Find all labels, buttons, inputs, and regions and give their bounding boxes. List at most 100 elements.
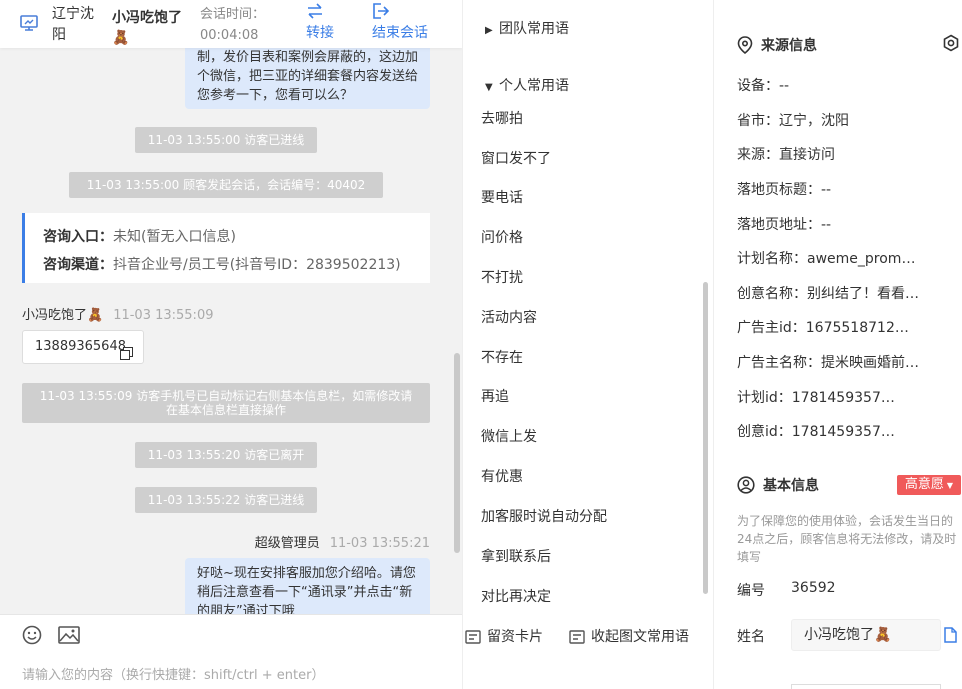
location-pin-icon — [737, 36, 753, 55]
system-message-text: 11-03 13:55:09 访客手机号已自动标记右侧基本信息栏，如需修改请在基… — [39, 389, 413, 417]
copy-icon[interactable] — [120, 341, 133, 373]
caret-right-icon: ▶ — [485, 25, 493, 36]
agent-message-text: 好哒~现在安排客服加您介绍哈。请您稍后注意查看一下“通讯录”并点击“新的朋友”通… — [197, 566, 416, 614]
system-message-text: 11-03 13:55:22 访客已进线 — [147, 493, 305, 507]
info-creative-id: 创意id：1781459357366 — [737, 424, 899, 440]
image-icon[interactable] — [58, 625, 80, 649]
info-landing-url: 落地页地址：-- — [737, 217, 832, 233]
system-message: 11-03 13:55:00 访客已进线 — [135, 127, 317, 153]
phrase-toolbar: 留资卡片 收起图文常用语 — [463, 614, 713, 662]
message-input[interactable] — [22, 663, 442, 687]
name-field-value: 小冯吃饱了🧸 — [804, 627, 892, 643]
caret-down-icon: ▼ — [485, 82, 493, 93]
visitor-sender-name: 小冯吃饱了🧸 — [22, 308, 104, 323]
system-message: 11-03 13:55:09 访客手机号已自动标记右侧基本信息栏，如需修改请在基… — [22, 383, 430, 423]
transfer-button[interactable]: 转接 — [306, 3, 334, 44]
agent-message-bubble: 好哒~现在安排客服加您介绍哈。请您稍后注意查看一下“通讯录”并点击“新的朋友”通… — [185, 558, 430, 614]
name-field[interactable]: 小冯吃饱了🧸 — [791, 619, 941, 651]
phrases-scrollbar[interactable] — [703, 282, 708, 594]
document-icon[interactable] — [943, 627, 957, 647]
phrase-item[interactable]: 不打扰 — [481, 267, 523, 287]
admin-message-meta: 超级管理员 11-03 13:55:21 — [255, 532, 430, 551]
consult-channel-row: 咨询渠道：抖音企业号/员工号(抖音号ID：2839502213) — [43, 251, 430, 279]
chat-message-list[interactable]: 制，发价目表和案例会屏蔽的，这边加个微信，把三亚的详细套餐内容发送给您参考一下，… — [0, 48, 462, 614]
intent-level-label: 高意愿 — [904, 477, 944, 492]
intent-level-dropdown[interactable]: 高意愿 ▼ — [897, 475, 961, 495]
message-composer — [0, 614, 462, 689]
consult-channel-label: 咨询渠道： — [43, 257, 113, 273]
emoji-icon[interactable] — [22, 625, 42, 649]
gear-icon[interactable] — [942, 34, 960, 56]
consult-entry-row: 咨询入口：未知(暂无入口信息) — [43, 223, 430, 251]
phrase-item[interactable]: 对比再决定 — [481, 586, 551, 606]
visitor-phone-text: 13889365648 — [35, 339, 126, 354]
personal-phrases-group[interactable]: ▼ 个人常用语 — [485, 75, 569, 95]
chat-scrollbar[interactable] — [454, 353, 460, 553]
system-message-text: 11-03 13:55:20 访客已离开 — [147, 448, 305, 462]
info-plan-name: 计划名称：aweme_promotion_id_1781 — [737, 251, 923, 267]
admin-sender-name: 超级管理员 — [254, 536, 320, 551]
transfer-icon — [306, 3, 334, 23]
lead-card-button[interactable]: 留资卡片 — [465, 626, 543, 646]
source-info-title: 来源信息 — [761, 38, 817, 54]
info-advertiser-id: 广告主id：1675518712774 — [737, 320, 913, 336]
info-province-city: 省市：辽宁，沈阳 — [737, 113, 849, 129]
card-icon — [465, 630, 481, 644]
agent-message-bubble: 制，发价目表和案例会屏蔽的，这边加个微信，把三亚的详细套餐内容发送给您参考一下，… — [185, 48, 430, 109]
visitor-name: 小冯吃饱了🧸 — [112, 10, 182, 46]
system-message: 11-03 13:55:22 访客已进线 — [135, 487, 317, 513]
basic-info-title: 基本信息 — [763, 478, 819, 494]
lead-card-label: 留资卡片 — [487, 629, 543, 645]
collapse-phrases-button[interactable]: 收起图文常用语 — [569, 626, 689, 646]
name-label: 姓名 — [737, 629, 765, 645]
agent-message-text: 制，发价目表和案例会屏蔽的，这边加个微信，把三亚的详细套餐内容发送给您参考一下，… — [197, 50, 419, 103]
transfer-label: 转接 — [306, 25, 334, 41]
chat-header: 辽宁沈阳 小冯吃饱了🧸 会话时间： 00:04:08 转接 结束会话 — [0, 0, 462, 48]
consult-entry-value: 未知(暂无入口信息) — [113, 229, 236, 245]
info-advertiser-name: 广告主名称：提米映画婚前摄影 — [737, 355, 923, 371]
system-message-text: 11-03 13:55:00 访客已进线 — [147, 133, 305, 147]
session-time-label: 会话时间： — [200, 7, 266, 22]
phrase-item[interactable]: 加客服时说自动分配 — [481, 506, 607, 526]
source-info-header: 来源信息 — [737, 35, 817, 55]
quick-phrases-panel: ▶ 团队常用语 ▼ 个人常用语 去哪拍 窗口发不了 要电话 问价格 不打扰 活动内容… — [462, 0, 714, 689]
phrase-item[interactable]: 再追 — [481, 386, 509, 406]
visitor-message-time: 11-03 13:55:09 — [113, 308, 214, 323]
phrase-item[interactable]: 要电话 — [481, 187, 523, 207]
info-source: 来源：直接访问 — [737, 147, 835, 163]
end-session-label: 结束会话 — [372, 25, 428, 41]
customer-info-panel: 来源信息 设备：-- 省市：辽宁，沈阳 来源：直接访问 落地页标题：-- 落地页… — [715, 0, 962, 689]
end-session-button[interactable]: 结束会话 — [372, 3, 428, 44]
consult-entry-card: 咨询入口：未知(暂无入口信息) 咨询渠道：抖音企业号/员工号(抖音号ID：283… — [22, 213, 430, 283]
visitor-location: 辽宁沈阳 — [52, 6, 94, 43]
phrase-item[interactable]: 拿到联系后 — [481, 546, 551, 566]
phrase-item[interactable]: 问价格 — [481, 227, 523, 247]
consult-entry-label: 咨询入口： — [43, 229, 113, 245]
phrase-item[interactable]: 活动内容 — [481, 307, 537, 327]
user-circle-icon — [737, 476, 755, 494]
exit-icon — [372, 3, 428, 23]
phrase-item[interactable]: 窗口发不了 — [481, 148, 551, 168]
admin-message-time: 11-03 13:55:21 — [329, 536, 430, 551]
phrase-item[interactable]: 不存在 — [481, 347, 523, 367]
info-creative-name: 创意名称：别纠结了！看看这里的婚纱照 — [737, 286, 923, 302]
system-message-text: 11-03 13:55:00 顾客发起会话，会话编号：40402 — [86, 178, 366, 192]
team-phrases-group[interactable]: ▶ 团队常用语 — [485, 18, 569, 38]
system-message: 11-03 13:55:20 访客已离开 — [135, 442, 317, 468]
collapse-icon — [569, 630, 585, 644]
phrase-item[interactable]: 微信上发 — [481, 426, 537, 446]
number-label: 编号 — [737, 583, 765, 599]
basic-info-header: 基本信息 — [737, 475, 819, 495]
phrase-item[interactable]: 去哪拍 — [481, 108, 523, 128]
phrase-item[interactable]: 有优惠 — [481, 466, 523, 486]
collapse-phrases-label: 收起图文常用语 — [591, 629, 689, 645]
info-plan-id: 计划id：1781459357366 — [737, 390, 899, 406]
monitor-icon — [20, 15, 38, 35]
next-field[interactable] — [791, 684, 941, 689]
session-time-value: 00:04:08 — [200, 28, 259, 43]
team-phrases-label: 团队常用语 — [499, 21, 569, 37]
personal-phrases-label: 个人常用语 — [499, 78, 569, 94]
edit-notice: 为了保障您的使用体验，会话发生当日的24点之后，顾客信息将无法修改，请及时填写 — [737, 514, 957, 564]
info-device: 设备：-- — [737, 78, 790, 94]
chat-panel: 制，发价目表和案例会屏蔽的，这边加个微信，把三亚的详细套餐内容发送给您参考一下，… — [0, 0, 462, 689]
